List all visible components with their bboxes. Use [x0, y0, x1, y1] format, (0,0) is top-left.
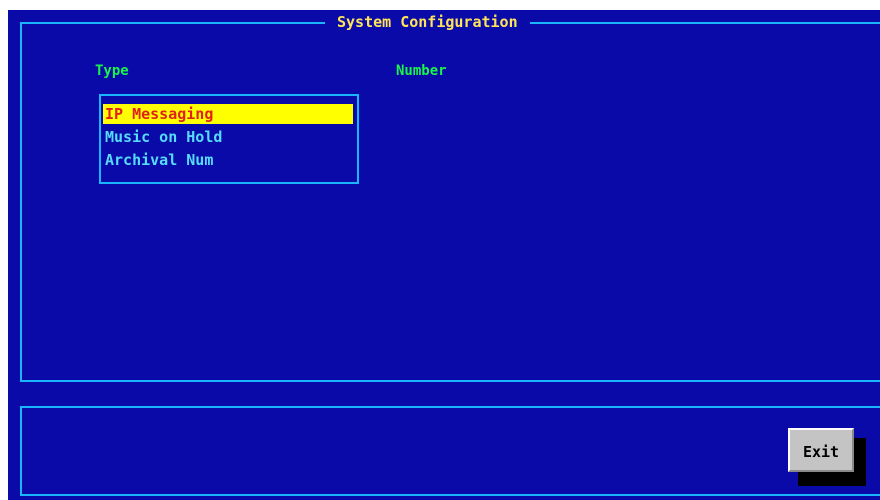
system-configuration-screen: System Configuration Type Number IP Mess…: [0, 0, 880, 500]
top-border-strip: [0, 0, 880, 10]
list-item-archival-num[interactable]: Archival Num: [103, 150, 353, 170]
left-border-strip: [0, 0, 8, 500]
number-column-header: Number: [396, 63, 447, 79]
type-column-header: Type: [95, 63, 129, 79]
button-panel: [20, 406, 880, 496]
list-item-ip-messaging[interactable]: IP Messaging: [103, 104, 353, 124]
list-item-music-on-hold[interactable]: Music on Hold: [103, 127, 353, 147]
type-listbox[interactable]: IP Messaging Music on Hold Archival Num: [99, 94, 359, 184]
main-panel: [20, 22, 880, 382]
exit-button[interactable]: Exit: [788, 428, 854, 472]
window-title: System Configuration: [325, 12, 530, 32]
